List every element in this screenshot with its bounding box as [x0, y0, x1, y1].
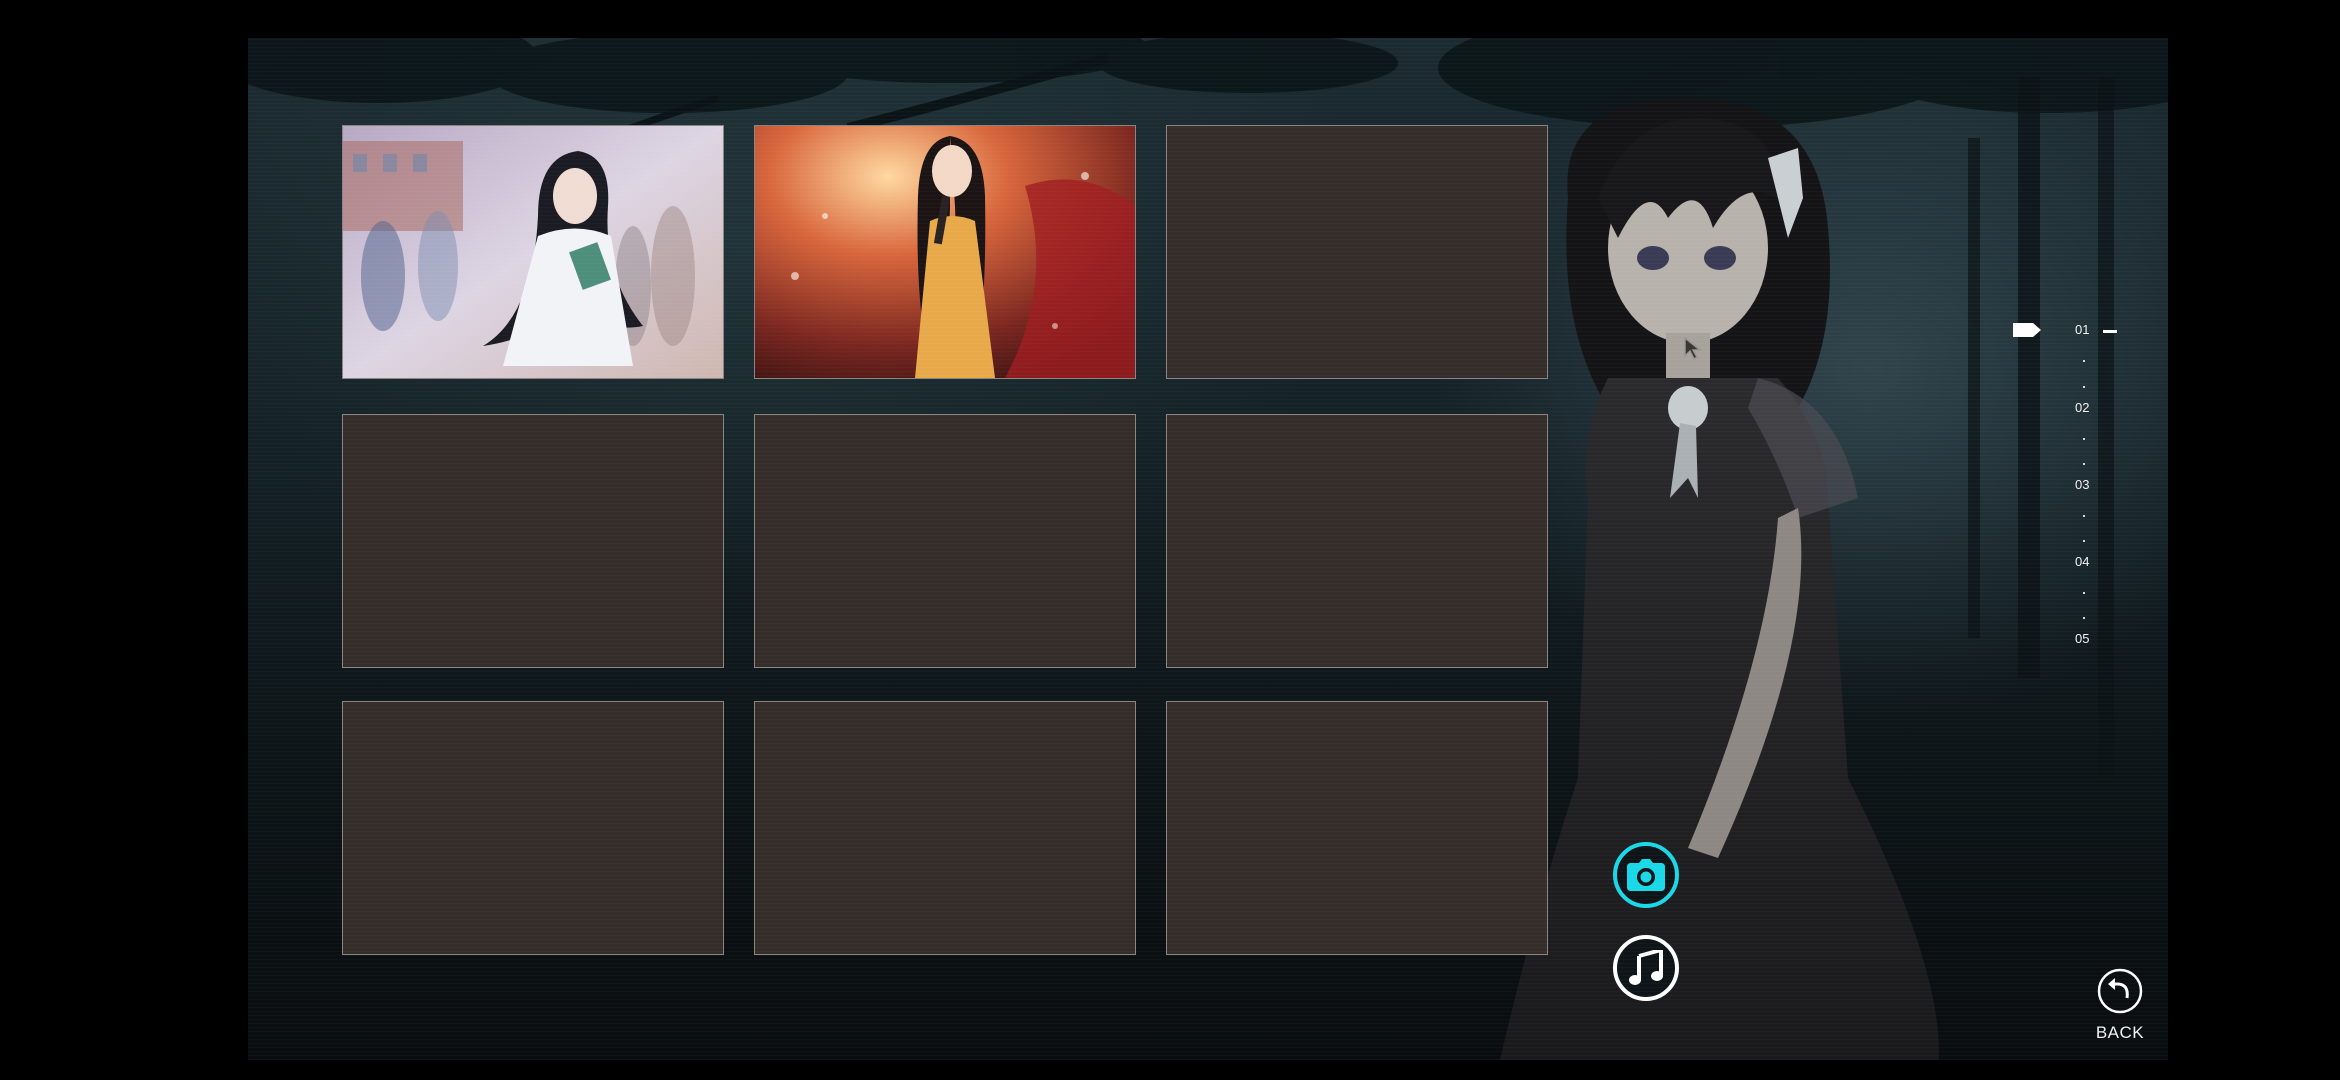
page-separator-dot	[2083, 386, 2085, 388]
page-separator-dot	[2083, 360, 2085, 362]
page-item-02[interactable]: 02	[2075, 400, 2089, 415]
current-page-indicator-line	[2103, 330, 2117, 333]
page-separator-dot	[2083, 438, 2085, 440]
gallery-screen: 01 02 03 04 05 BACK	[248, 38, 2168, 1060]
back-button[interactable]: BACK	[2080, 968, 2160, 1043]
mouse-cursor-icon	[1684, 336, 1703, 361]
page-item-03[interactable]: 03	[2075, 477, 2089, 492]
gallery-thumbnail-8-locked[interactable]	[754, 701, 1136, 955]
page-separator-dot	[2083, 463, 2085, 465]
gallery-thumbnail-4-locked[interactable]	[342, 414, 724, 668]
gallery-thumbnail-6-locked[interactable]	[1166, 414, 1548, 668]
gallery-thumbnail-3-locked[interactable]	[1166, 125, 1548, 379]
back-label: BACK	[2095, 1023, 2145, 1042]
camera-icon	[1627, 859, 1665, 891]
music-gallery-button[interactable]	[1613, 935, 1679, 1001]
cg-girl-yellow-dress-image	[755, 126, 1135, 378]
page-item-05[interactable]: 05	[2075, 631, 2089, 646]
page-separator-dot	[2083, 540, 2085, 542]
gallery-thumbnail-1[interactable]	[342, 125, 724, 379]
page-item-01[interactable]: 01	[2075, 322, 2089, 337]
page-item-04[interactable]: 04	[2075, 554, 2089, 569]
cg-girl-white-dress-image	[343, 126, 723, 378]
gallery-thumbnail-7-locked[interactable]	[342, 701, 724, 955]
page-separator-dot	[2083, 515, 2085, 517]
cg-gallery-button[interactable]	[1613, 842, 1679, 908]
gallery-thumbnail-9-locked[interactable]	[1166, 701, 1548, 955]
page-navigator: 01 02 03 04 05	[2013, 318, 2168, 698]
page-separator-dot	[2083, 617, 2085, 619]
page-separator-dot	[2083, 592, 2085, 594]
music-note-icon	[1629, 950, 1663, 985]
gallery-thumbnail-5-locked[interactable]	[754, 414, 1136, 668]
gallery-thumbnail-2[interactable]	[754, 125, 1136, 379]
back-arrow-icon	[2097, 968, 2143, 1014]
current-page-pointer-icon	[2013, 323, 2041, 337]
